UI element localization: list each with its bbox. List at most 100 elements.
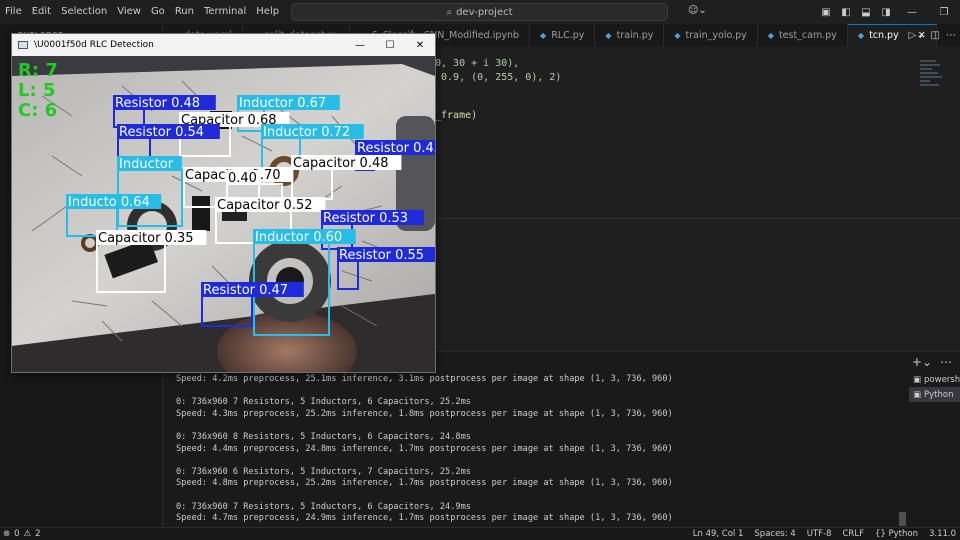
terminal-line: Speed: 4.4ms preprocess, 24.8ms inferenc… [176,443,673,454]
tab-train-yolo-py[interactable]: ◆ train_yolo.py [664,24,758,46]
warning-count: 2 [35,529,41,539]
resistor-label: Resistor 0.48 [115,96,200,111]
menu-view[interactable]: View [112,0,146,24]
terminal-session-python[interactable]: ▣ Python [909,387,960,402]
window-close-icon[interactable]: ✕ [405,34,435,56]
code-line: _frame) [435,110,478,121]
status-bar: ⊗ 0 ⚠ 2 Ln 49, Col 1 Spaces: 4 UTF-8 CRL… [0,527,960,540]
camera-frame: Resistor 0.48 Inductor 0.67 Capacitor 0.68… [12,56,435,372]
copilot-icon[interactable]: ☺⌄ [688,5,707,16]
terminal-icon: ▣ [913,389,922,400]
menu-go[interactable]: Go [146,0,170,24]
terminal-panel: +⌄ ⋯ Speed: 4.2ms preprocess, 25.1ms inf… [163,351,960,527]
terminal-session-label: powersh [924,374,960,385]
problems-indicator[interactable]: ⊗ 0 ⚠ 2 [0,529,41,539]
terminal-scrollbar[interactable] [899,512,906,526]
tab-test-cam-py[interactable]: ◆ test_cam.py [758,24,848,46]
terminal-sessions: ▣ powersh ▣ Python [909,372,960,402]
tab-label: train.py [616,29,654,41]
capacitor-label: 0.40 [228,171,257,186]
window-minimize-icon[interactable]: — [345,34,375,56]
minimap[interactable] [920,58,942,118]
language-mode[interactable]: {} Python [875,529,918,539]
menu-file[interactable]: File [0,0,27,24]
new-terminal-icon[interactable]: +⌄ [912,355,932,369]
tab-label: train_yolo.py [685,29,747,41]
python-file-icon: ◆ [674,30,681,40]
capacitor-label: Capacitor 0.35 [98,231,194,246]
inductor-label: Inductor 0.72 [263,125,350,140]
command-center[interactable]: ⌕ dev-project [291,3,668,21]
minimap-line [920,64,940,66]
terminal-line: Speed: 4.7ms preprocess, 24.9ms inferenc… [176,513,673,524]
editor-divider [435,218,960,219]
menu-run[interactable]: Run [170,0,199,24]
menu-terminal[interactable]: Terminal [199,0,251,24]
run-icon[interactable]: ▷⌄ [908,30,924,41]
python-file-icon: ◆ [767,30,774,40]
tab-label: test_cam.py [778,29,837,41]
vscode-window: FileEditSelectionViewGoRunTerminalHelp ←… [0,0,960,540]
terminal-icon: ▣ [913,374,922,385]
more-actions-icon[interactable]: ⋯ [946,30,956,41]
panel-more-icon[interactable]: ⋯ [940,355,952,369]
line-ending[interactable]: CRLF [843,529,864,539]
menu-selection[interactable]: Selection [56,0,112,24]
layout-icon[interactable]: ▣ [816,0,836,24]
python-file-icon: ◆ [605,30,612,40]
minimap-line [920,80,930,82]
panel-actions: +⌄ ⋯ [912,355,952,369]
code-line: 0.9, (0, 255, 0), 2) [435,72,562,83]
window-maximize-icon[interactable]: ☐ [375,34,405,56]
capacitor-label: Capacitor 0.52 [217,198,313,213]
resistor-label: Resistor 0.47 [203,283,288,298]
code-line: 0, 30 + i 30), [435,58,520,69]
minimap-line [920,84,939,86]
class-count: L: 5 [18,80,55,101]
error-icon: ⊗ [3,529,11,539]
search-icon: ⌕ [446,6,453,18]
inductor-label: Inductor 0.60 [255,230,342,245]
minimize-icon[interactable]: — [896,0,928,24]
minimap-line [920,72,938,74]
terminal-line: 0: 736x960 6 Resistors, 5 Inductors, 7 C… [176,466,471,477]
error-count: 0 [14,529,20,539]
inductor-label: Inductor 0.67 [239,96,326,111]
terminal-session-label: Python [924,389,954,400]
tab-label: tcn.py [869,30,899,41]
resistor-label: Resistor 0.55 [339,248,424,263]
split-editor-icon[interactable]: ◫ [931,30,940,41]
capacitor-label: Capacitor 0.48 [293,156,389,171]
terminal-line: Speed: 4.8ms preprocess, 25.2ms inferenc… [176,478,673,489]
detection-window[interactable]: \U0001f50d RLC Detection — ☐ ✕ Resistor … [11,33,436,373]
terminal-session-powersh[interactable]: ▣ powersh [909,372,960,387]
menu-help[interactable]: Help [251,0,284,24]
capacitor-body [192,196,210,231]
detection-overlay: Resistor 0.48 Inductor 0.67Capacitor 0.68… [12,56,435,372]
tab-train-py[interactable]: ◆ train.py [595,24,665,46]
indentation[interactable]: Spaces: 4 [754,529,795,539]
terminal-line: Speed: 4.2ms preprocess, 25.1ms inferenc… [176,374,673,384]
toggle-secondary-sidebar-icon[interactable]: ◨ [876,0,896,24]
menu-bar: File Edit Selection View Go Run Terminal Help [0,0,284,24]
python-file-icon: ◆ [857,31,865,40]
toggle-panel-icon[interactable]: ⬓ [856,0,876,24]
menu-edit[interactable]: Edit [27,0,56,24]
restore-icon[interactable]: ❐ [928,0,960,24]
inductor-label: Inducto 0.64 [68,195,150,210]
encoding[interactable]: UTF-8 [807,529,832,539]
terminal-output[interactable]: Speed: 4.2ms preprocess, 25.1ms inferenc… [176,374,673,525]
python-version[interactable]: 3.11.0 [929,529,956,539]
tab-rlc-py[interactable]: ◆ RLC.py [530,24,596,46]
title-bar: FileEditSelectionViewGoRunTerminalHelp ←… [0,0,960,24]
python-file-icon: ◆ [540,30,547,40]
cursor-position[interactable]: Ln 49, Col 1 [693,529,744,539]
toggle-sidebar-icon[interactable]: ◧ [836,0,856,24]
command-center-label: dev-project [456,6,513,18]
class-count: C: 6 [18,100,57,121]
app-icon [18,41,28,49]
terminal-line: Speed: 4.3ms preprocess, 25.2ms inferenc… [176,408,673,419]
